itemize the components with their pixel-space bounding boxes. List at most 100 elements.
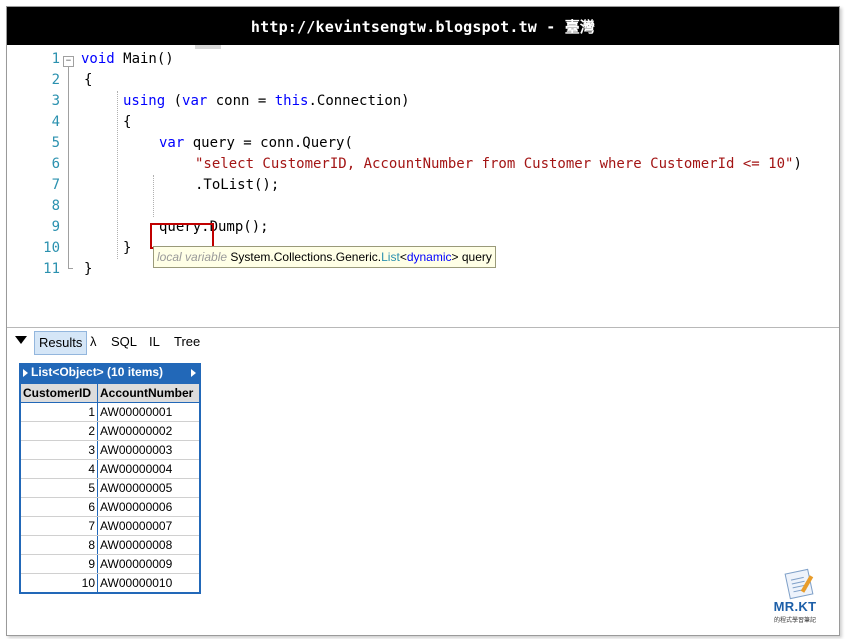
url-banner: http://kevintsengtw.blogspot.tw - 臺灣 (7, 7, 839, 45)
code-line-5: var query = conn.Query( (159, 133, 353, 154)
code-text: } (84, 261, 93, 277)
screenshot-frame: http://kevintsengtw.blogspot.tw - 臺灣 1 2… (6, 6, 840, 636)
cell-accountnumber: AW00000004 (97, 459, 201, 479)
cell-customerid: 9 (19, 554, 98, 574)
code-text: ( (165, 93, 183, 109)
tab-il[interactable]: IL (145, 331, 164, 353)
table-row: 1 AW00000001 (19, 402, 201, 422)
cell-accountnumber: AW00000007 (97, 516, 201, 536)
tooltip-type: List (381, 250, 400, 264)
logo-subtitle: 的程式學習筆記 (773, 618, 816, 624)
tooltip-generic: dynamic (406, 250, 452, 264)
code-line-6: "select CustomerID, AccountNumber from C… (195, 154, 802, 175)
cell-accountnumber: AW00000001 (97, 402, 201, 422)
code-line-2: { (84, 70, 92, 91)
cell-customerid: 8 (19, 535, 98, 555)
tooltip-kind: local variable (157, 250, 228, 264)
keyword: this (274, 93, 309, 109)
table-row: 9 AW00000009 (19, 554, 201, 574)
cell-customerid: 2 (19, 421, 98, 441)
tab-lambda[interactable]: λ (86, 331, 101, 353)
table-row: 8 AW00000008 (19, 535, 201, 555)
results-grid: List<Object> (10 items) CustomerID Accou… (19, 363, 201, 594)
cell-accountnumber: AW00000003 (97, 440, 201, 460)
line-number: 11 (43, 261, 60, 277)
line-number: 3 (51, 93, 60, 109)
logo-brand: MR.KT (773, 599, 817, 614)
keyword: using (123, 93, 166, 109)
table-row: 7 AW00000007 (19, 516, 201, 536)
expand-icon[interactable] (23, 368, 28, 377)
table-row: 6 AW00000006 (19, 497, 201, 517)
string-literal: "select CustomerID, AccountNumber from C… (195, 156, 794, 172)
line-number: 1 (51, 51, 60, 67)
line-number: 7 (51, 177, 60, 193)
table-row: 10 AW00000010 (19, 573, 201, 594)
results-table: CustomerID AccountNumber 1 AW00000001 2 AW… (19, 382, 201, 594)
panel-splitter[interactable] (7, 327, 839, 328)
cell-accountnumber: AW00000006 (97, 497, 201, 517)
collapse-icon[interactable]: − (63, 56, 74, 67)
chevron-right-icon[interactable] (191, 369, 196, 377)
cell-customerid: 1 (19, 402, 98, 422)
cell-accountnumber: AW00000010 (97, 573, 201, 594)
table-row: 5 AW00000005 (19, 478, 201, 498)
table-row: 4 AW00000004 (19, 459, 201, 479)
code-text: Main() (114, 51, 174, 67)
quickinfo-tooltip: local variable System.Collections.Generi… (153, 246, 496, 268)
code-text: ) (793, 156, 802, 172)
tooltip-lt: < (399, 250, 407, 264)
tooltip-gt: > (451, 250, 459, 264)
cell-customerid: 10 (19, 573, 98, 594)
cell-customerid: 3 (19, 440, 98, 460)
keyword: var (182, 93, 208, 109)
indent-guide (153, 175, 154, 217)
line-number: 2 (51, 72, 60, 88)
cell-customerid: 7 (19, 516, 98, 536)
indent-guide (117, 91, 118, 259)
fold-end-marker (68, 268, 73, 269)
code-text: .ToList(); (195, 177, 280, 193)
column-header-accountnumber[interactable]: AccountNumber (97, 382, 201, 403)
code-line-3: using (var conn = this.Connection) (123, 91, 410, 112)
cell-customerid: 6 (19, 497, 98, 517)
table-row: 2 AW00000002 (19, 421, 201, 441)
tab-tree[interactable]: Tree (170, 331, 204, 353)
code-line-4: { (123, 112, 131, 133)
code-line-10: } (123, 238, 131, 259)
cell-accountnumber: AW00000002 (97, 421, 201, 441)
code-text: .Connection) (308, 93, 410, 109)
cell-accountnumber: AW00000008 (97, 535, 201, 555)
mrkt-logo: MR.KT 的程式學習筆記 (765, 568, 825, 627)
tab-sql[interactable]: SQL (107, 331, 141, 353)
cell-accountnumber: AW00000005 (97, 478, 201, 498)
results-title-bar[interactable]: List<Object> (10 items) (19, 363, 201, 382)
code-line-1: void Main() (81, 49, 174, 70)
results-tab-bar: Results λ SQL IL Tree (7, 330, 839, 355)
line-number: 9 (51, 219, 60, 235)
cell-customerid: 4 (19, 459, 98, 479)
tooltip-name: query (458, 250, 492, 264)
code-text: { (123, 114, 132, 130)
cell-accountnumber: AW00000009 (97, 554, 201, 574)
keyword: var (159, 135, 185, 151)
tab-results[interactable]: Results (34, 331, 88, 355)
code-text: } (123, 240, 132, 256)
results-title: List<Object> (10 items) (31, 365, 164, 379)
collapse-arrow-icon[interactable] (15, 336, 27, 344)
code-editor[interactable]: 1 2 3 4 5 6 7 8 9 10 11 − void Main() { … (7, 49, 839, 327)
code-text: { (84, 72, 93, 88)
fold-guide (68, 61, 69, 268)
keyword: void (81, 51, 115, 67)
table-row: 3 AW00000003 (19, 440, 201, 460)
code-line-11: } (84, 259, 92, 280)
code-text: query = conn.Query( (184, 135, 353, 151)
code-line-7: .ToList(); (195, 175, 279, 196)
column-header-customerid[interactable]: CustomerID (19, 382, 98, 403)
cell-customerid: 5 (19, 478, 98, 498)
line-number: 4 (51, 114, 60, 130)
tooltip-namespace: System.Collections.Generic. (230, 250, 382, 264)
code-text: Dump(); (209, 219, 269, 235)
line-number: 6 (51, 156, 60, 172)
line-number: 8 (51, 198, 60, 214)
